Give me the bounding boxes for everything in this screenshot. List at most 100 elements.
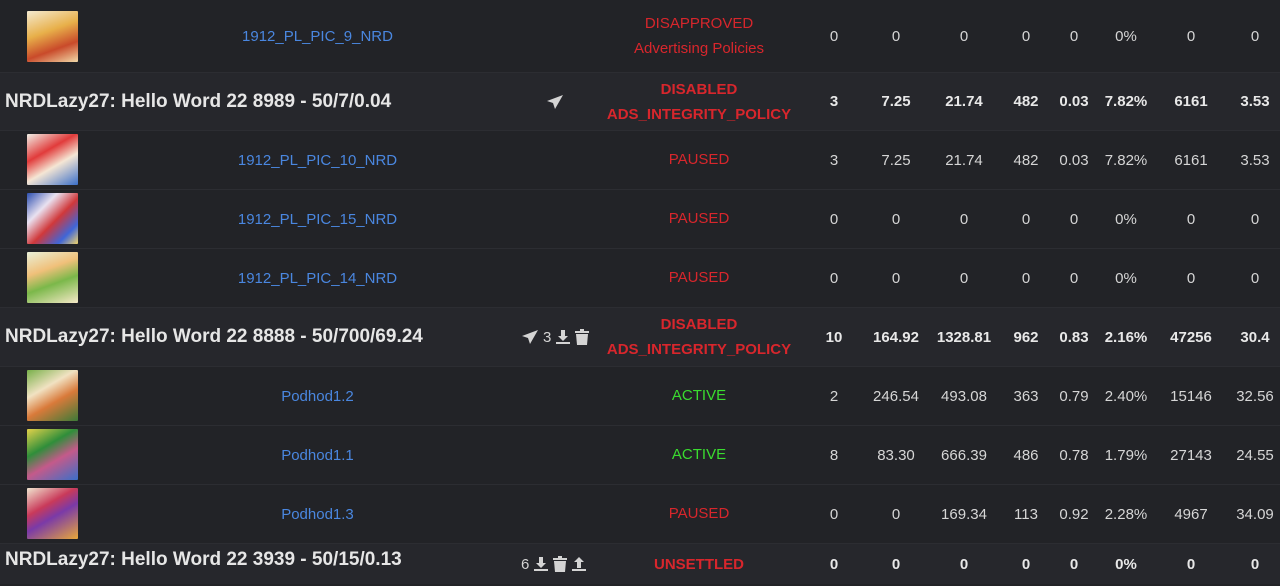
metric-cell: 0.03 bbox=[1059, 93, 1089, 110]
metric-cell: 246.54 bbox=[873, 387, 919, 405]
metric-cell: 32.56 bbox=[1236, 387, 1274, 405]
status-line: DISAPPROVED bbox=[644, 15, 754, 32]
metric-cell: 7.25 bbox=[881, 93, 911, 110]
metric-cell: 1.79% bbox=[1104, 446, 1148, 464]
metric-cell: 10 bbox=[825, 328, 843, 346]
status: PAUSED bbox=[590, 190, 808, 248]
trash-icon[interactable] bbox=[553, 556, 568, 572]
status-line: ACTIVE bbox=[671, 446, 727, 463]
metric-cell: 962 bbox=[1013, 328, 1039, 346]
metric-cell: 0.79 bbox=[1059, 387, 1089, 405]
row-actions: 3 bbox=[521, 308, 590, 366]
metric-cell: 34.09 bbox=[1236, 505, 1274, 523]
campaign-name[interactable]: NRDLazy27: Hello Word 22 3939 - 50/15/0.… bbox=[5, 540, 402, 580]
metric-cell: 0 bbox=[1250, 27, 1260, 45]
metric-cell: 482 bbox=[1013, 93, 1039, 110]
metric-cell: 0 bbox=[1069, 27, 1079, 45]
ad-row: Podhod1.2 ACTIVE 2 246.54 493.08 363 0.7… bbox=[0, 367, 1280, 426]
status: ACTIVE bbox=[590, 367, 808, 425]
metric-cell: 0 bbox=[829, 269, 839, 287]
status: DISABLED ADS_INTEGRITY_POLICY bbox=[590, 308, 808, 366]
metric-cell: 2.40% bbox=[1104, 387, 1148, 405]
status-reason: Advertising Policies bbox=[633, 40, 765, 57]
ad-name-link[interactable]: 1912_PL_PIC_14_NRD bbox=[238, 270, 397, 287]
metric-cell: 0% bbox=[1115, 27, 1137, 45]
metric-cell: 0 bbox=[959, 269, 969, 287]
metric-cell: 7.82% bbox=[1104, 93, 1148, 110]
status-line: DISABLED bbox=[660, 316, 738, 333]
status: PAUSED bbox=[590, 131, 808, 189]
ad-name-link[interactable]: Podhod1.2 bbox=[281, 388, 354, 405]
send-icon[interactable] bbox=[546, 94, 564, 110]
metric-cell: 27143 bbox=[1170, 446, 1212, 464]
metric-cell: 3 bbox=[829, 93, 839, 110]
campaign-name[interactable]: NRDLazy27: Hello Word 22 8989 - 50/7/0.0… bbox=[5, 73, 391, 130]
ad-thumbnail[interactable] bbox=[27, 488, 78, 539]
download-icon[interactable] bbox=[533, 556, 549, 572]
metric-cell: 0 bbox=[1069, 269, 1079, 287]
metric-cell: 21.74 bbox=[945, 151, 983, 169]
metric-cell: 0 bbox=[1250, 555, 1260, 573]
metric-cell: 493.08 bbox=[941, 387, 987, 405]
metric-cell: 0 bbox=[1021, 269, 1031, 287]
metric-cell: 0 bbox=[891, 210, 901, 228]
metric-cell: 0 bbox=[891, 555, 901, 573]
status: DISABLED ADS_INTEGRITY_POLICY bbox=[590, 73, 808, 130]
metric-cell: 0% bbox=[1115, 269, 1137, 287]
status: ACTIVE bbox=[590, 426, 808, 484]
ad-row: Podhod1.1 ACTIVE 8 83.30 666.39 486 0.78… bbox=[0, 426, 1280, 485]
status: DISAPPROVED Advertising Policies bbox=[590, 0, 808, 72]
status: PAUSED bbox=[590, 485, 808, 543]
row-actions bbox=[546, 73, 564, 130]
ad-thumbnail[interactable] bbox=[27, 134, 78, 185]
ad-thumbnail[interactable] bbox=[27, 370, 78, 421]
metric-cell: 0 bbox=[891, 505, 901, 523]
ad-name-link[interactable]: 1912_PL_PIC_15_NRD bbox=[238, 211, 397, 228]
row-actions: 6 bbox=[521, 544, 587, 584]
ad-thumbnail[interactable] bbox=[27, 193, 78, 244]
ad-name-link[interactable]: 1912_PL_PIC_9_NRD bbox=[242, 28, 393, 45]
metric-cell: 0.92 bbox=[1059, 505, 1089, 523]
campaign-row: NRDLazy27: Hello Word 22 8989 - 50/7/0.0… bbox=[0, 73, 1280, 131]
campaign-name[interactable]: NRDLazy27: Hello Word 22 8888 - 50/700/6… bbox=[5, 308, 423, 366]
metric-cell: 482 bbox=[1013, 151, 1039, 169]
metric-cell: 0 bbox=[891, 27, 901, 45]
metric-cell: 666.39 bbox=[941, 446, 987, 464]
ad-name-link[interactable]: 1912_PL_PIC_10_NRD bbox=[238, 152, 397, 169]
metric-cell: 486 bbox=[1013, 446, 1039, 464]
ad-row: 1912_PL_PIC_15_NRD PAUSED 0 0 0 0 0 0% 0… bbox=[0, 190, 1280, 249]
send-icon[interactable] bbox=[521, 329, 539, 345]
ad-row: Podhod1.3 PAUSED 0 0 169.34 113 0.92 2.2… bbox=[0, 485, 1280, 544]
trash-icon[interactable] bbox=[575, 329, 590, 345]
ad-thumbnail[interactable] bbox=[27, 252, 78, 303]
metric-cell: 4967 bbox=[1174, 505, 1208, 523]
metric-cell: 164.92 bbox=[873, 328, 919, 346]
metric-cell: 0 bbox=[959, 555, 969, 573]
ad-name-link[interactable]: Podhod1.3 bbox=[281, 506, 354, 523]
metric-cell: 0 bbox=[1069, 555, 1079, 573]
ad-thumbnail[interactable] bbox=[27, 11, 78, 62]
metric-cell: 0 bbox=[891, 269, 901, 287]
item-count: 3 bbox=[543, 328, 552, 346]
item-count: 6 bbox=[521, 555, 530, 573]
metric-cell: 7.82% bbox=[1104, 151, 1148, 169]
metric-cell: 0 bbox=[959, 27, 969, 45]
metric-cell: 0 bbox=[829, 27, 839, 45]
upload-icon[interactable] bbox=[571, 556, 587, 572]
metric-cell: 47256 bbox=[1170, 328, 1212, 346]
ad-name-link[interactable]: Podhod1.1 bbox=[281, 447, 354, 464]
status-line: UNSETTLED bbox=[654, 555, 744, 573]
metric-cell: 6161 bbox=[1174, 93, 1208, 110]
status-line: PAUSED bbox=[668, 210, 730, 227]
metric-cell: 0 bbox=[1186, 555, 1196, 573]
ad-thumbnail[interactable] bbox=[27, 429, 78, 480]
status-reason: ADS_INTEGRITY_POLICY bbox=[606, 105, 792, 123]
metric-cell: 21.74 bbox=[945, 93, 983, 110]
metric-cell: 2 bbox=[829, 387, 839, 405]
metric-cell: 0 bbox=[1186, 27, 1196, 45]
status-line: PAUSED bbox=[668, 269, 730, 286]
download-icon[interactable] bbox=[555, 329, 571, 345]
metric-cell: 0 bbox=[829, 210, 839, 228]
metric-cell: 363 bbox=[1013, 387, 1039, 405]
status: PAUSED bbox=[590, 249, 808, 307]
